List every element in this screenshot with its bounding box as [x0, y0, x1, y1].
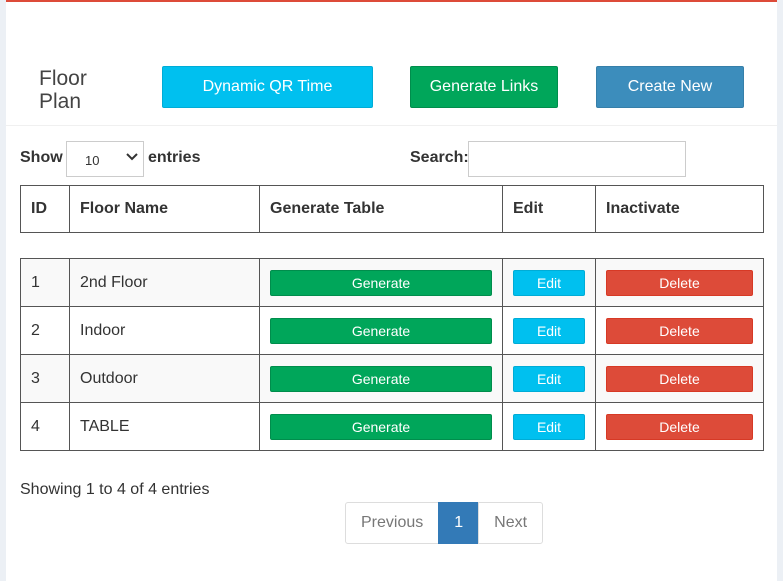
previous-page-button[interactable]: Previous: [345, 502, 440, 544]
generate-links-button[interactable]: Generate Links: [410, 66, 558, 108]
column-header-generate-table[interactable]: Generate Table: [259, 185, 503, 233]
generate-button[interactable]: Generate: [270, 317, 492, 344]
table-row: 1 2nd Floor Generate Edit Delete: [20, 258, 764, 307]
row-id: 2: [20, 306, 70, 355]
edit-button[interactable]: Edit: [513, 365, 585, 392]
row-id: 4: [20, 402, 70, 451]
next-page-button[interactable]: Next: [478, 502, 544, 544]
page-1-button[interactable]: 1: [438, 502, 480, 544]
delete-button[interactable]: Delete: [606, 365, 753, 392]
column-header-floor-name[interactable]: Floor Name: [69, 185, 260, 233]
table-row: 3 Outdoor Generate Edit Delete: [20, 354, 764, 403]
dynamic-qr-time-button[interactable]: Dynamic QR Time: [162, 66, 373, 108]
pagination: Previous 1 Next: [345, 502, 544, 544]
entries-length-value: 10: [85, 153, 100, 168]
table-header: ID Floor Name Generate Table Edit Inacti…: [20, 185, 764, 233]
table-row: 2 Indoor Generate Edit Delete: [20, 306, 764, 355]
delete-button[interactable]: Delete: [606, 413, 753, 440]
entries-label: entries: [148, 149, 201, 166]
generate-button[interactable]: Generate: [270, 365, 492, 392]
show-label: Show: [20, 149, 63, 166]
row-floor-name: TABLE: [69, 402, 260, 451]
column-header-inactivate[interactable]: Inactivate: [595, 185, 764, 233]
row-id: 3: [20, 354, 70, 403]
column-header-edit[interactable]: Edit: [502, 185, 596, 233]
floor-plan-panel: Floor Plan Dynamic QR Time Generate Link…: [6, 0, 777, 581]
table-info: Showing 1 to 4 of 4 entries: [20, 481, 210, 498]
generate-button[interactable]: Generate: [270, 413, 492, 440]
chevron-down-icon: [125, 149, 139, 166]
row-floor-name: 2nd Floor: [69, 258, 260, 307]
delete-button[interactable]: Delete: [606, 269, 753, 296]
page-title: Floor Plan: [39, 67, 87, 113]
search-label: Search:: [410, 149, 469, 166]
edit-button[interactable]: Edit: [513, 269, 585, 296]
generate-button[interactable]: Generate: [270, 269, 492, 296]
column-header-id[interactable]: ID: [20, 185, 70, 233]
edit-button[interactable]: Edit: [513, 317, 585, 344]
delete-button[interactable]: Delete: [606, 317, 753, 344]
create-new-button[interactable]: Create New: [596, 66, 744, 108]
table-controls: Show 10 entries Search:: [20, 139, 720, 179]
row-id: 1: [20, 258, 70, 307]
row-floor-name: Indoor: [69, 306, 260, 355]
floor-table: 1 2nd Floor Generate Edit Delete 2 Indoo…: [20, 258, 764, 451]
row-floor-name: Outdoor: [69, 354, 260, 403]
table-row: 4 TABLE Generate Edit Delete: [20, 402, 764, 451]
search-input[interactable]: [468, 141, 686, 177]
edit-button[interactable]: Edit: [513, 413, 585, 440]
entries-length-select[interactable]: 10: [66, 141, 144, 177]
panel-header: Floor Plan Dynamic QR Time Generate Link…: [6, 4, 777, 126]
